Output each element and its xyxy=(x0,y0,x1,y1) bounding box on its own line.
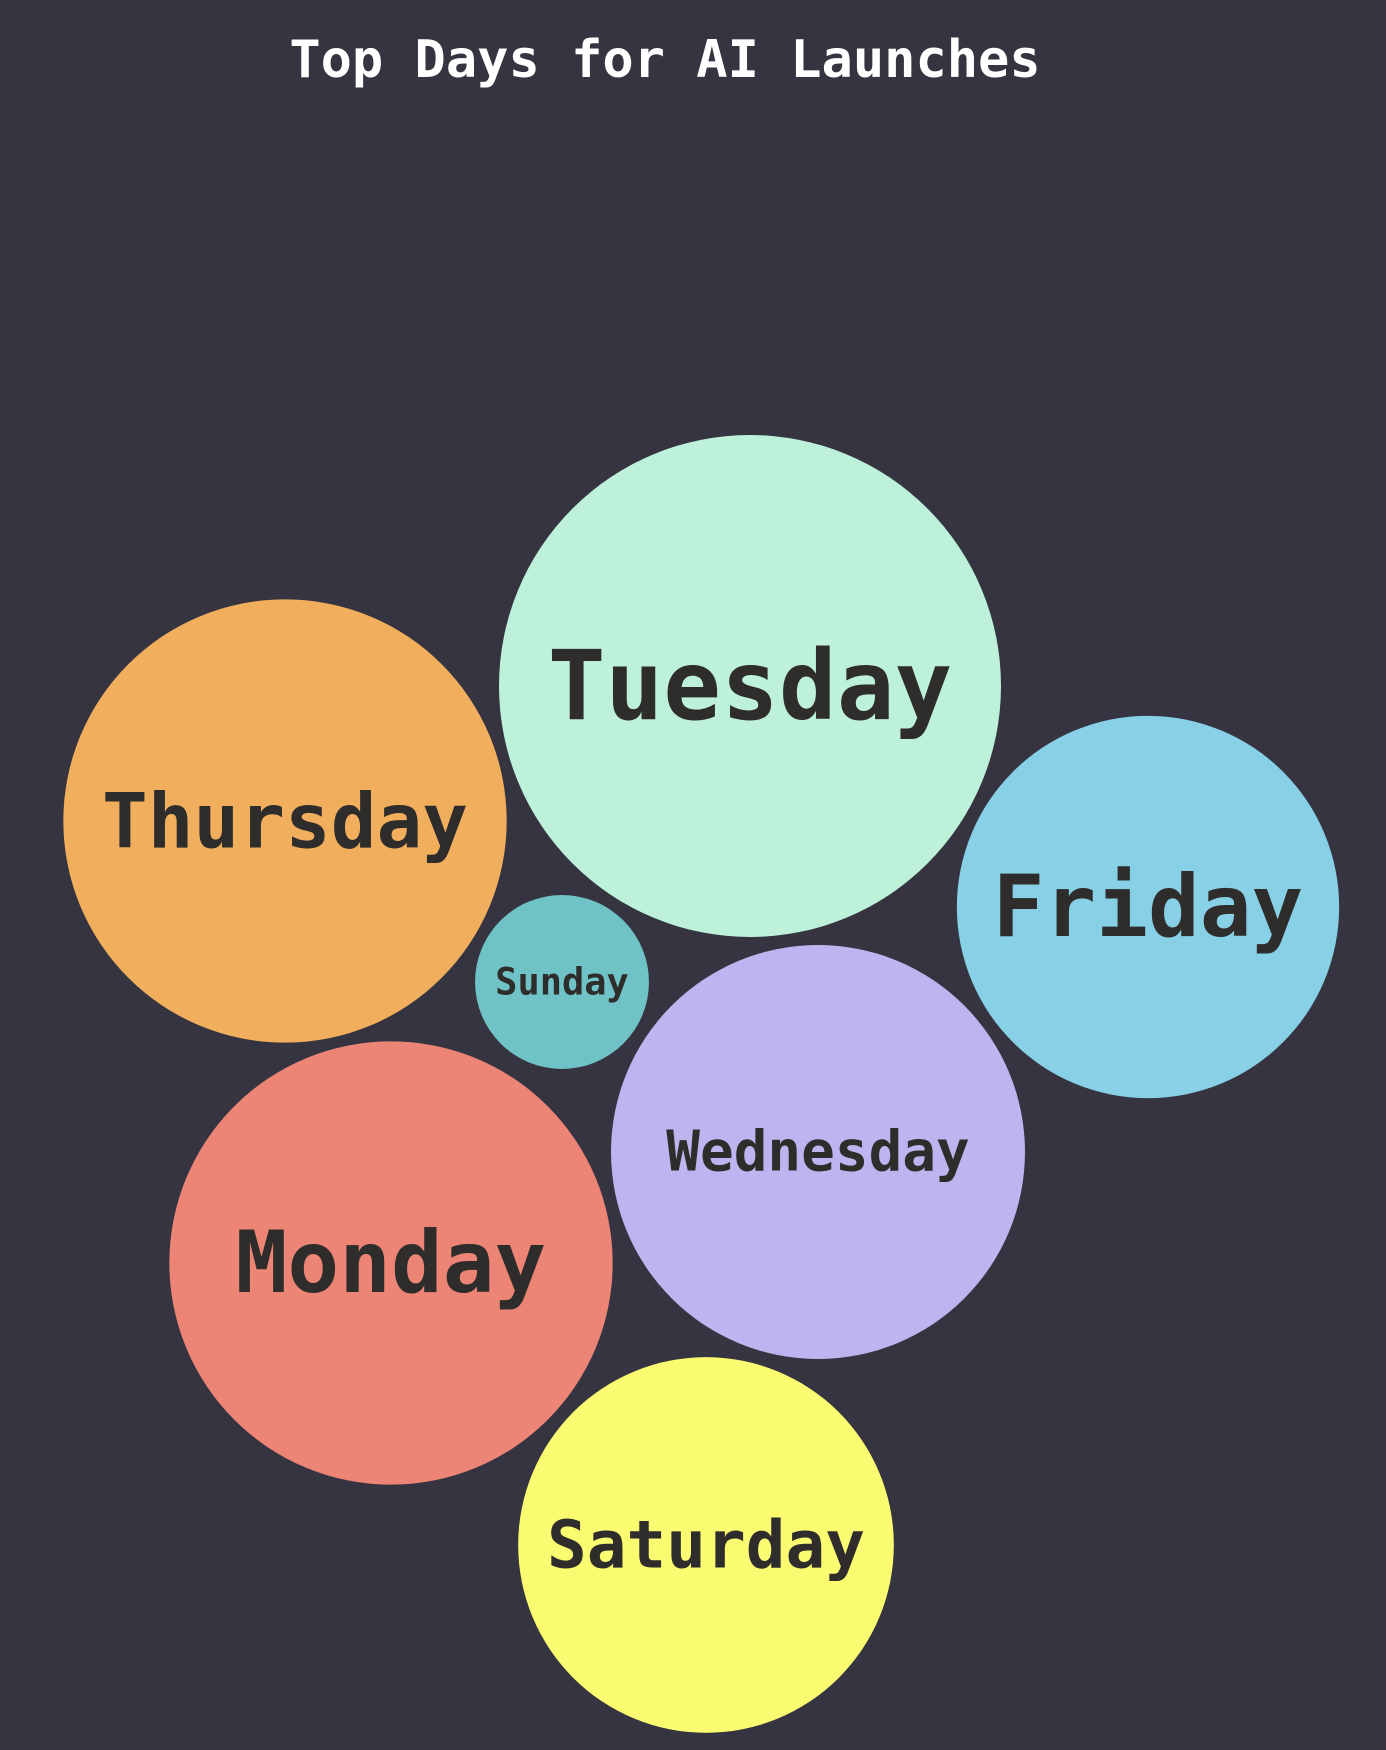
chart-title: Top Days for AI Launches xyxy=(289,30,1040,90)
bubble-label-friday: Friday xyxy=(993,857,1304,957)
bubble-label-saturday: Saturday xyxy=(547,1507,865,1584)
chart-canvas: Top Days for AI Launches Tuesday Thursday… xyxy=(0,0,1386,1750)
bubble-label-tuesday: Tuesday xyxy=(548,630,953,742)
bubbles-group: Tuesday Thursday Monday Wednesday Friday Satu… xyxy=(63,435,1340,1733)
bubble-label-wednesday: Wednesday xyxy=(666,1120,969,1185)
bubble-label-thursday: Thursday xyxy=(102,777,468,866)
bubble-chart: Top Days for AI Launches Tuesday Thursday… xyxy=(63,30,1340,1733)
bubble-label-sunday: Sunday xyxy=(495,961,629,1004)
bubble-label-monday: Monday xyxy=(236,1213,547,1313)
